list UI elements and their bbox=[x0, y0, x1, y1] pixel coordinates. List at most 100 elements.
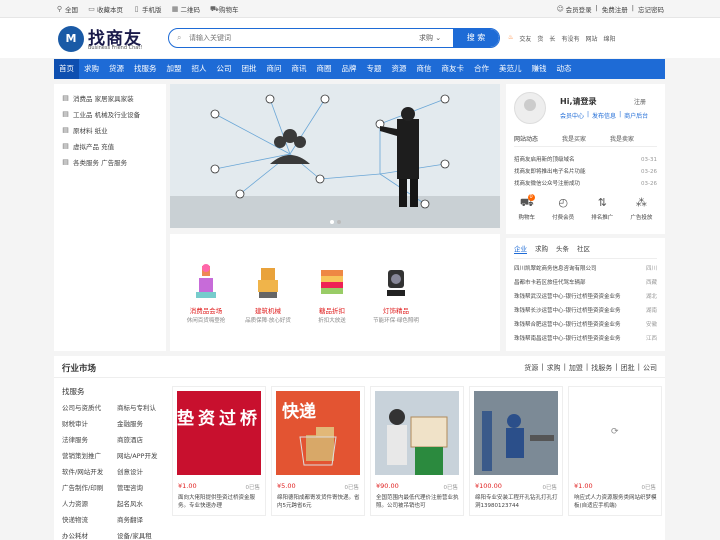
topbar-qrcode[interactable]: ▦ 二维码 bbox=[172, 4, 200, 14]
register-link[interactable]: 免费注册 bbox=[602, 4, 628, 14]
site-logo[interactable]: M 找商友 Business Friend Chat! bbox=[58, 24, 158, 54]
search-input[interactable] bbox=[189, 31, 389, 45]
service-card[interactable]: ⟳ ¥1.00 0已售 响应式人力资源服务类网站织梦模板(自适应手机端) bbox=[568, 386, 662, 516]
search-button[interactable]: 搜 索 bbox=[453, 29, 499, 47]
company-row[interactable]: 昌都市卡若区旅佳代驾车辆部 西藏 bbox=[514, 276, 657, 290]
tab-headlines[interactable]: 头条 bbox=[556, 243, 569, 254]
service-link[interactable]: 软件/网站开发 bbox=[62, 467, 117, 478]
service-link[interactable]: 财税审计 bbox=[62, 419, 117, 430]
service-link[interactable]: 商旅酒店 bbox=[117, 435, 167, 446]
nav-item[interactable]: 商讯 bbox=[287, 59, 312, 79]
topbar-cart[interactable]: ⛟ 购物车 bbox=[210, 4, 239, 14]
category-item[interactable]: ▤ 虚拟产品 充值 bbox=[54, 138, 166, 154]
company-row[interactable]: 珠钱帮武汉运营中心-银行过桥垫资资金业务 湖北 bbox=[514, 290, 657, 304]
topbar-bookmark[interactable]: ▭ 收藏本页 bbox=[88, 4, 123, 14]
nav-item[interactable]: 商问 bbox=[262, 59, 287, 79]
nav-item[interactable]: 商圈 bbox=[312, 59, 337, 79]
service-link[interactable]: 创意设计 bbox=[117, 467, 167, 478]
market-link[interactable]: 找服务 bbox=[591, 363, 612, 373]
service-card[interactable]: ¥90.00 0已售 全国范围内最低代理价注册营业执照。公司被吊销也可 bbox=[370, 386, 464, 516]
company-row[interactable]: 四川凯翠蛇商务信息咨询有限公司 四川 bbox=[514, 262, 657, 276]
nav-item[interactable]: 招人 bbox=[187, 59, 212, 79]
tab-seller[interactable]: 我是卖家 bbox=[610, 134, 634, 143]
news-item[interactable]: 找商友即将推出电子名片功能 03-26 bbox=[514, 166, 657, 178]
nav-item[interactable]: 美范儿 bbox=[494, 59, 527, 79]
nav-item[interactable]: 加盟 bbox=[162, 59, 187, 79]
tab-companies[interactable]: 企业 bbox=[514, 243, 527, 254]
nav-item[interactable]: 合作 bbox=[469, 59, 494, 79]
nav-item[interactable]: 品牌 bbox=[337, 59, 362, 79]
market-link[interactable]: 团批 bbox=[621, 363, 635, 373]
member-center-link[interactable]: 会员中心 bbox=[560, 111, 584, 120]
service-link[interactable]: 公司与资质代 bbox=[62, 403, 117, 414]
service-link[interactable]: 营销策划推广 bbox=[62, 451, 117, 462]
ranking-shortcut[interactable]: ⇅ 排名推广 bbox=[591, 196, 613, 221]
category-item[interactable]: ▤ 工业品 机械及行业设备 bbox=[54, 106, 166, 122]
banner-dot[interactable] bbox=[337, 220, 341, 224]
cart-shortcut[interactable]: ⛟ 0 购物车 bbox=[519, 194, 535, 221]
member-login-link[interactable]: ☺ 会员登录 bbox=[557, 4, 592, 14]
service-link[interactable]: 办公耗材 bbox=[62, 531, 117, 540]
market-link[interactable]: 货源 bbox=[524, 363, 538, 373]
merchant-backend-link[interactable]: 商户后台 bbox=[624, 111, 648, 120]
hot-word[interactable]: 货 bbox=[537, 34, 543, 43]
hot-word[interactable]: 交友 bbox=[519, 34, 531, 43]
service-link[interactable]: 广告制作/印刷 bbox=[62, 483, 117, 494]
service-link[interactable]: 商务翻译 bbox=[117, 515, 167, 526]
topbar-location[interactable]: ⚲ 全国 bbox=[56, 4, 78, 14]
service-card[interactable]: 快递 ¥5.00 0已售 绵阳德阳成都寄发货件寄快递。省内5元跨省6元 bbox=[271, 386, 365, 516]
login-greeting[interactable]: Hi,请登录 bbox=[560, 96, 596, 107]
company-row[interactable]: 珠钱帮南昌运营中心-银行过桥垫资资金业务 江西 bbox=[514, 332, 657, 346]
nav-item[interactable]: 公司 bbox=[212, 59, 237, 79]
market-link[interactable]: 求购 bbox=[547, 363, 561, 373]
nav-item[interactable]: 赚钱 bbox=[527, 59, 552, 79]
service-link[interactable]: 法律服务 bbox=[62, 435, 117, 446]
nav-item[interactable]: 商友卡 bbox=[437, 59, 470, 79]
tab-site-news[interactable]: 网站动态 bbox=[514, 134, 538, 143]
nav-item[interactable]: 货源 bbox=[104, 59, 129, 79]
service-link[interactable]: 商标与专利认 bbox=[117, 403, 167, 414]
hot-word[interactable]: 网站 bbox=[585, 34, 597, 43]
nav-item[interactable]: 求购 bbox=[79, 59, 104, 79]
service-link[interactable]: 金融服务 bbox=[117, 419, 167, 430]
news-item[interactable]: 找商友微信公众号注册成功 03-26 bbox=[514, 178, 657, 190]
nav-item[interactable]: 专题 bbox=[362, 59, 387, 79]
tab-purchase[interactable]: 求购 bbox=[535, 243, 548, 254]
service-link[interactable]: 起名风水 bbox=[117, 499, 167, 510]
nav-item[interactable]: 商信 bbox=[412, 59, 437, 79]
service-card[interactable]: ¥100.00 0已售 绵阳专业安装工程开孔钻孔打孔打洞13980123744 bbox=[469, 386, 563, 516]
market-link[interactable]: 公司 bbox=[643, 363, 657, 373]
service-link[interactable]: 网站/APP开发 bbox=[117, 451, 167, 462]
banner-dot-active[interactable] bbox=[330, 220, 334, 224]
search-category-select[interactable]: 求购 ⌄ bbox=[419, 29, 455, 47]
service-card[interactable]: 垫资过桥 ¥1.00 0已售 面向大佬阳提供垫资过桥资金服务。专业快速办理 bbox=[172, 386, 266, 516]
product-card[interactable]: 糖品折扣 折扣大放送 bbox=[304, 262, 360, 324]
hot-word[interactable]: 长 bbox=[549, 34, 555, 43]
market-link[interactable]: 加盟 bbox=[569, 363, 583, 373]
service-link[interactable]: 快递物流 bbox=[62, 515, 117, 526]
service-link[interactable]: 管理咨询 bbox=[117, 483, 167, 494]
nav-item[interactable]: 找服务 bbox=[129, 59, 162, 79]
hot-word[interactable]: 绵阳 bbox=[603, 34, 615, 43]
hot-word[interactable]: 有没有 bbox=[561, 34, 579, 43]
nav-item[interactable]: 动态 bbox=[552, 59, 577, 79]
forgot-password-link[interactable]: 忘记密码 bbox=[638, 4, 664, 14]
paid-member-shortcut[interactable]: ◴ 付费会员 bbox=[552, 196, 574, 221]
register-link[interactable]: 注册 bbox=[634, 97, 646, 106]
ad-shortcut[interactable]: ⁂ 广告投放 bbox=[630, 196, 652, 221]
service-link[interactable]: 设备/家具租 bbox=[117, 531, 167, 540]
product-card[interactable]: 消费品会场 休闲百货嗨登抢 bbox=[178, 262, 234, 324]
category-item[interactable]: ▤ 原材料 纸业 bbox=[54, 122, 166, 138]
topbar-mobile[interactable]: ▯ 手机版 bbox=[133, 4, 162, 14]
company-row[interactable]: 珠钱帮长沙运营中心-银行过桥垫资资金业务 湖南 bbox=[514, 304, 657, 318]
service-link[interactable]: 人力资源 bbox=[62, 499, 117, 510]
tab-community[interactable]: 社区 bbox=[577, 243, 590, 254]
nav-item[interactable]: 资源 bbox=[387, 59, 412, 79]
news-item[interactable]: 招商友启用新的顶级域名 03-31 bbox=[514, 154, 657, 166]
category-item[interactable]: ▤ 消费品 家居家具家装 bbox=[54, 90, 166, 106]
product-card[interactable]: 灯饰精品 节能环保·绿色照明 bbox=[368, 262, 424, 324]
company-row[interactable]: 珠钱帮合肥运营中心-银行过桥垫资资金业务 安徽 bbox=[514, 318, 657, 332]
category-item[interactable]: ▤ 各类服务 广告服务 bbox=[54, 154, 166, 170]
nav-item-home[interactable]: 首页 bbox=[54, 59, 79, 79]
nav-item[interactable]: 团批 bbox=[237, 59, 262, 79]
